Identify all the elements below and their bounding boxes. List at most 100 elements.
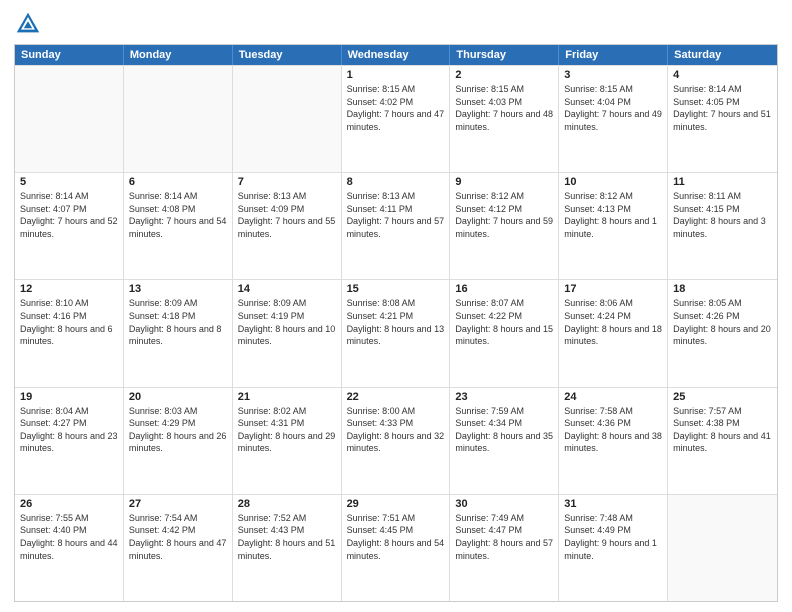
day-info: Sunrise: 7:51 AM Sunset: 4:45 PM Dayligh…	[347, 512, 445, 562]
day-info: Sunrise: 8:15 AM Sunset: 4:03 PM Dayligh…	[455, 83, 553, 133]
calendar-row-2: 5 Sunrise: 8:14 AM Sunset: 4:07 PM Daylig…	[15, 172, 777, 279]
day-cell-empty	[124, 66, 233, 172]
day-number: 19	[20, 391, 118, 403]
day-info: Sunrise: 8:09 AM Sunset: 4:18 PM Dayligh…	[129, 297, 227, 347]
header-day-wednesday: Wednesday	[342, 45, 451, 65]
day-info: Sunrise: 8:15 AM Sunset: 4:02 PM Dayligh…	[347, 83, 445, 133]
day-number: 1	[347, 69, 445, 81]
day-number: 26	[20, 498, 118, 510]
day-cell-16: 16Sunrise: 8:07 AM Sunset: 4:22 PM Dayli…	[450, 280, 559, 386]
day-cell-18: 18Sunrise: 8:05 AM Sunset: 4:26 PM Dayli…	[668, 280, 777, 386]
day-cell-28: 28 Sunrise: 7:52 AM Sunset: 4:43 PM Dayli…	[233, 495, 342, 601]
calendar-header: SundayMondayTuesdayWednesdayThursdayFrid…	[15, 45, 777, 65]
day-info: Sunrise: 8:10 AM Sunset: 4:16 PM Dayligh…	[20, 297, 118, 347]
day-info: Sunrise: 7:48 AM Sunset: 4:49 PM Dayligh…	[564, 512, 662, 562]
day-info: Sunrise: 8:06 AM Sunset: 4:24 PM Dayligh…	[564, 297, 662, 347]
day-info: Sunrise: 7:52 AM Sunset: 4:43 PM Dayligh…	[238, 512, 336, 562]
day-info: Sunrise: 8:09 AM Sunset: 4:19 PM Dayligh…	[238, 297, 336, 347]
header-day-monday: Monday	[124, 45, 233, 65]
header-day-thursday: Thursday	[450, 45, 559, 65]
day-number: 10	[564, 176, 662, 188]
day-cell-20: 20Sunrise: 8:03 AM Sunset: 4:29 PM Dayli…	[124, 388, 233, 494]
day-info: Sunrise: 8:00 AM Sunset: 4:33 PM Dayligh…	[347, 405, 445, 455]
day-number: 23	[455, 391, 553, 403]
day-cell-24: 24 Sunrise: 7:58 AM Sunset: 4:36 PM Dayli…	[559, 388, 668, 494]
day-cell-9: 9Sunrise: 8:12 AM Sunset: 4:12 PM Daylig…	[450, 173, 559, 279]
day-number: 4	[673, 69, 772, 81]
day-info: Sunrise: 8:14 AM Sunset: 4:07 PM Dayligh…	[20, 190, 118, 240]
day-number: 7	[238, 176, 336, 188]
day-info: Sunrise: 7:59 AM Sunset: 4:34 PM Dayligh…	[455, 405, 553, 455]
day-number: 30	[455, 498, 553, 510]
day-number: 5	[20, 176, 118, 188]
day-cell-empty	[15, 66, 124, 172]
day-cell-empty	[668, 495, 777, 601]
day-info: Sunrise: 8:08 AM Sunset: 4:21 PM Dayligh…	[347, 297, 445, 347]
day-number: 14	[238, 283, 336, 295]
day-number: 21	[238, 391, 336, 403]
day-cell-29: 29 Sunrise: 7:51 AM Sunset: 4:45 PM Dayli…	[342, 495, 451, 601]
day-cell-7: 7Sunrise: 8:13 AM Sunset: 4:09 PM Daylig…	[233, 173, 342, 279]
day-info: Sunrise: 8:02 AM Sunset: 4:31 PM Dayligh…	[238, 405, 336, 455]
day-number: 12	[20, 283, 118, 295]
day-number: 3	[564, 69, 662, 81]
day-cell-5: 5 Sunrise: 8:14 AM Sunset: 4:07 PM Daylig…	[15, 173, 124, 279]
day-number: 15	[347, 283, 445, 295]
day-number: 22	[347, 391, 445, 403]
day-cell-3: 3 Sunrise: 8:15 AM Sunset: 4:04 PM Daylig…	[559, 66, 668, 172]
calendar-row-3: 12 Sunrise: 8:10 AM Sunset: 4:16 PM Dayli…	[15, 279, 777, 386]
day-number: 25	[673, 391, 772, 403]
day-info: Sunrise: 7:49 AM Sunset: 4:47 PM Dayligh…	[455, 512, 553, 562]
header	[14, 10, 778, 38]
day-info: Sunrise: 8:12 AM Sunset: 4:12 PM Dayligh…	[455, 190, 553, 240]
day-number: 27	[129, 498, 227, 510]
day-number: 11	[673, 176, 772, 188]
day-info: Sunrise: 8:14 AM Sunset: 4:08 PM Dayligh…	[129, 190, 227, 240]
day-cell-8: 8 Sunrise: 8:13 AM Sunset: 4:11 PM Daylig…	[342, 173, 451, 279]
day-info: Sunrise: 8:14 AM Sunset: 4:05 PM Dayligh…	[673, 83, 772, 133]
logo-icon	[14, 10, 42, 38]
day-cell-19: 19Sunrise: 8:04 AM Sunset: 4:27 PM Dayli…	[15, 388, 124, 494]
header-day-saturday: Saturday	[668, 45, 777, 65]
calendar-row-4: 19Sunrise: 8:04 AM Sunset: 4:27 PM Dayli…	[15, 387, 777, 494]
day-info: Sunrise: 8:11 AM Sunset: 4:15 PM Dayligh…	[673, 190, 772, 240]
day-number: 8	[347, 176, 445, 188]
day-cell-22: 22 Sunrise: 8:00 AM Sunset: 4:33 PM Dayli…	[342, 388, 451, 494]
day-cell-26: 26 Sunrise: 7:55 AM Sunset: 4:40 PM Dayli…	[15, 495, 124, 601]
day-info: Sunrise: 8:03 AM Sunset: 4:29 PM Dayligh…	[129, 405, 227, 455]
day-cell-empty	[233, 66, 342, 172]
day-cell-14: 14 Sunrise: 8:09 AM Sunset: 4:19 PM Dayli…	[233, 280, 342, 386]
day-info: Sunrise: 8:15 AM Sunset: 4:04 PM Dayligh…	[564, 83, 662, 133]
day-number: 31	[564, 498, 662, 510]
day-cell-4: 4 Sunrise: 8:14 AM Sunset: 4:05 PM Daylig…	[668, 66, 777, 172]
calendar-row-5: 26 Sunrise: 7:55 AM Sunset: 4:40 PM Dayli…	[15, 494, 777, 601]
header-day-friday: Friday	[559, 45, 668, 65]
day-cell-30: 30 Sunrise: 7:49 AM Sunset: 4:47 PM Dayli…	[450, 495, 559, 601]
calendar-body: 1 Sunrise: 8:15 AM Sunset: 4:02 PM Daylig…	[15, 65, 777, 601]
day-number: 24	[564, 391, 662, 403]
header-day-sunday: Sunday	[15, 45, 124, 65]
header-day-tuesday: Tuesday	[233, 45, 342, 65]
day-info: Sunrise: 8:13 AM Sunset: 4:11 PM Dayligh…	[347, 190, 445, 240]
day-number: 18	[673, 283, 772, 295]
logo	[14, 10, 46, 38]
day-number: 29	[347, 498, 445, 510]
day-info: Sunrise: 7:54 AM Sunset: 4:42 PM Dayligh…	[129, 512, 227, 562]
day-number: 13	[129, 283, 227, 295]
day-cell-17: 17 Sunrise: 8:06 AM Sunset: 4:24 PM Dayli…	[559, 280, 668, 386]
day-cell-1: 1 Sunrise: 8:15 AM Sunset: 4:02 PM Daylig…	[342, 66, 451, 172]
day-number: 2	[455, 69, 553, 81]
day-info: Sunrise: 7:58 AM Sunset: 4:36 PM Dayligh…	[564, 405, 662, 455]
day-cell-15: 15 Sunrise: 8:08 AM Sunset: 4:21 PM Dayli…	[342, 280, 451, 386]
day-cell-10: 10Sunrise: 8:12 AM Sunset: 4:13 PM Dayli…	[559, 173, 668, 279]
day-info: Sunrise: 7:55 AM Sunset: 4:40 PM Dayligh…	[20, 512, 118, 562]
day-cell-6: 6Sunrise: 8:14 AM Sunset: 4:08 PM Daylig…	[124, 173, 233, 279]
day-number: 17	[564, 283, 662, 295]
page: SundayMondayTuesdayWednesdayThursdayFrid…	[0, 0, 792, 612]
day-cell-31: 31 Sunrise: 7:48 AM Sunset: 4:49 PM Dayli…	[559, 495, 668, 601]
calendar-row-1: 1 Sunrise: 8:15 AM Sunset: 4:02 PM Daylig…	[15, 65, 777, 172]
calendar: SundayMondayTuesdayWednesdayThursdayFrid…	[14, 44, 778, 602]
day-cell-25: 25Sunrise: 7:57 AM Sunset: 4:38 PM Dayli…	[668, 388, 777, 494]
day-number: 28	[238, 498, 336, 510]
day-cell-12: 12 Sunrise: 8:10 AM Sunset: 4:16 PM Dayli…	[15, 280, 124, 386]
